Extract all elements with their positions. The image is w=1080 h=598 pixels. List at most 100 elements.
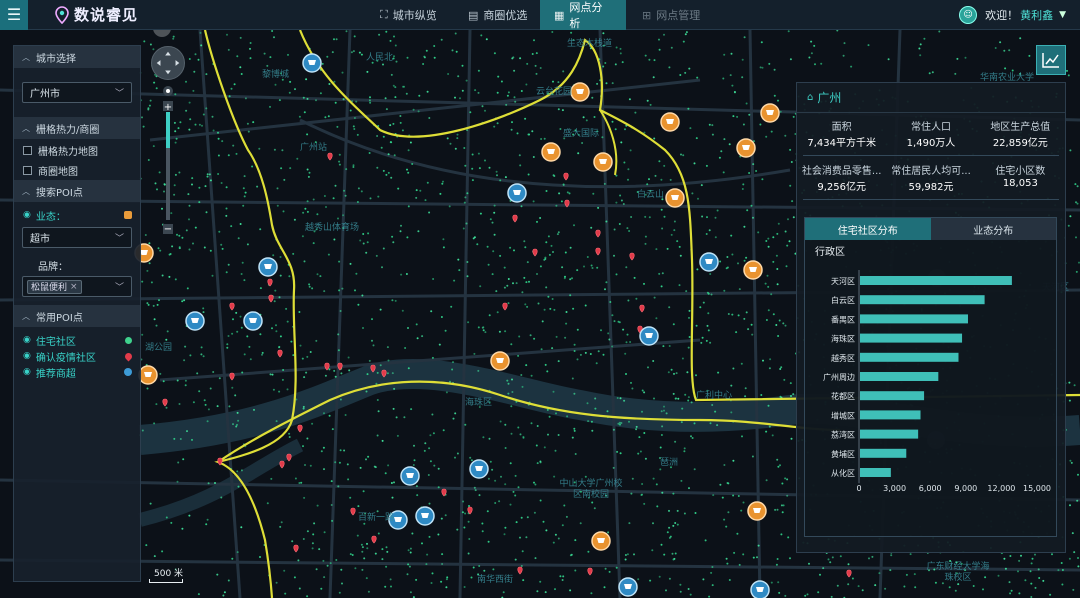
residential-dot [732,494,735,497]
residential-dot [216,573,219,576]
tab-residential-distribution[interactable]: 住宅社区分布 [805,218,931,240]
tab-outlet-manage[interactable]: ⊞ 网点管理 [642,0,700,30]
residential-dot [292,354,295,357]
residential-dot [751,455,754,458]
residential-dot [587,420,590,423]
grid-heatmap-checkbox[interactable]: 栅格热力地图 [14,140,140,160]
zoom-control[interactable]: + − [162,86,174,236]
stat-residential-count: 住宅小区数 18,053 [976,162,1065,193]
residential-dot [596,266,599,269]
residential-dot [216,405,219,408]
residential-dot [523,240,526,243]
residential-dot [780,533,783,536]
residential-dot [276,204,279,207]
brand-select[interactable]: 松鼠便利 × ﹀ [22,276,132,297]
brand-tag[interactable]: 松鼠便利 × [27,279,82,294]
bar-chart-svg: 天河区白云区番禺区海珠区越秀区广州周边花都区增城区荔湾区黄埔区从化区0 3,000… [823,270,1051,493]
common-poi-header[interactable]: ︿ 常用POI点 [14,305,140,327]
divider [803,199,1059,200]
residential-dot [247,130,250,133]
poi-epidemic-row[interactable]: ◉ 确认疫情社区 [14,348,140,364]
poi-search-header[interactable]: ︿ 搜索POI点 [14,180,140,202]
residential-dot [188,128,191,131]
residential-dot [1028,54,1031,57]
residential-dot [441,563,444,565]
city-select[interactable]: 广州市 ﹀ [22,82,132,103]
poi-residential-row[interactable]: ◉ 住宅社区 [14,332,140,348]
eye-icon[interactable]: ◉ [23,351,31,361]
residential-dot [670,233,673,236]
residential-dot [948,586,951,589]
residential-dot [547,433,549,436]
residential-dot [442,180,444,183]
residential-dot [189,118,192,121]
residential-dot [466,261,469,263]
eye-icon[interactable]: ◉ [23,335,31,345]
user-menu[interactable]: ☺ 欢迎！ 黄利鑫 ▼ [959,0,1066,30]
residential-dot [627,168,630,171]
residential-dot [557,360,560,363]
residential-dot [331,51,334,54]
residential-dot [194,53,197,56]
residential-dot [765,479,768,482]
residential-dot [625,266,628,269]
residential-dot [764,282,767,285]
residential-dot [571,277,573,280]
residential-dot [421,542,423,545]
business-district-map-checkbox[interactable]: 商圈地图 [14,160,140,180]
statistics-chart-button[interactable] [1036,45,1066,75]
business-type-row: ◉ 业态： [14,207,140,223]
business-type-select[interactable]: 超市 ﹀ [22,227,132,248]
residential-dot [482,436,485,439]
map-pan-control[interactable] [151,46,185,80]
residential-dot [298,311,301,313]
residential-dot [594,407,597,410]
residential-dot [284,592,287,595]
residential-dot [218,377,221,380]
residential-dot [316,213,319,216]
residential-dot [275,330,278,333]
residential-dot [323,531,326,534]
residential-dot [714,216,717,219]
residential-dot [469,111,472,114]
tab-business-district[interactable]: ▤ 商圈优选 [468,0,527,30]
residential-dot [566,191,569,194]
city-section-header[interactable]: ︿ 城市选择 [14,46,140,68]
residential-dot [234,394,237,397]
residential-dot [623,161,626,164]
business-district-icon: ▤ [468,8,479,22]
residential-dot [759,123,762,126]
close-icon[interactable]: × [70,282,78,292]
residential-dot [306,97,309,100]
residential-dot [464,423,467,426]
residential-dot [522,579,525,582]
tab-outlet-analysis[interactable]: ▦ 网点分析 [540,0,626,30]
residential-dot [574,569,577,572]
residential-dot [346,463,349,466]
tab-city-overview[interactable]: ⛶ 城市纵览 [380,0,437,30]
tab-business-distribution[interactable]: 业态分布 [930,218,1056,240]
residential-dot [861,589,864,592]
residential-dot [597,206,600,209]
residential-dot [381,558,384,561]
poi-recommended-row[interactable]: ◉ 推荐商超 [14,364,140,380]
residential-dot [535,52,538,55]
residential-dot [552,251,554,253]
residential-dot [454,412,457,415]
zoom-slider[interactable]: + − [162,86,174,236]
residential-dot [240,273,243,275]
city-name: 广州 [817,91,842,105]
residential-dot [695,324,698,327]
residential-dot [261,351,264,354]
residential-dot [611,120,614,123]
app-logo[interactable]: 数说睿见 [54,4,138,25]
residential-dot [737,314,740,317]
eye-icon[interactable]: ◉ [23,367,31,377]
grid-section-header[interactable]: ︿ 栅格热力/商圈 [14,117,140,139]
residential-dot [500,80,503,83]
menu-icon[interactable]: ☰ [0,0,28,30]
residential-dot [775,563,778,566]
eye-icon[interactable]: ◉ [23,210,31,220]
residential-dot [240,326,243,329]
residential-dot [702,578,705,581]
